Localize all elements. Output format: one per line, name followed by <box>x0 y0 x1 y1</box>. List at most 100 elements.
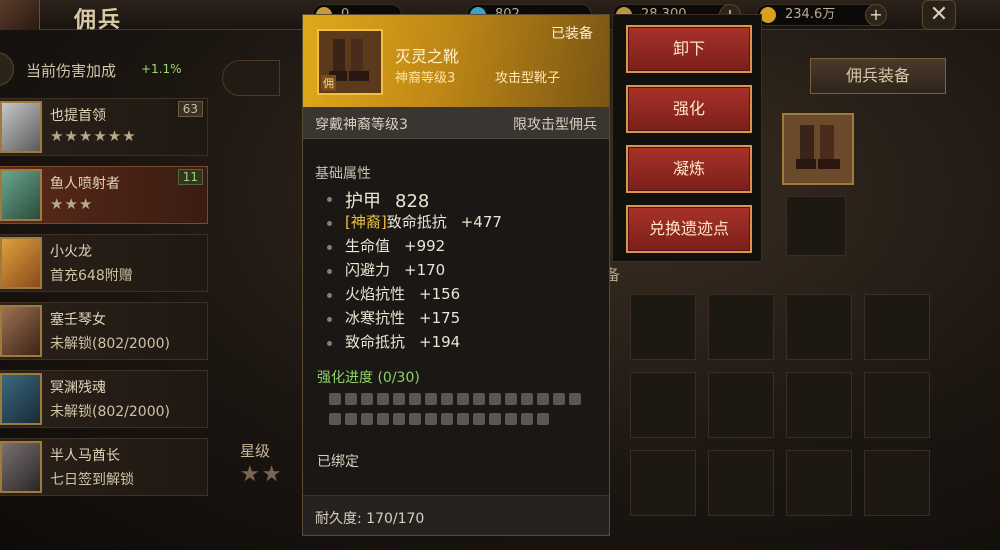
hero-name: 半人马酋长 <box>50 448 120 464</box>
inventory-slot[interactable] <box>708 450 774 516</box>
progress-pip <box>505 413 517 425</box>
bullet-icon <box>327 293 332 298</box>
attribute-row: 冰寒抗性 +175 <box>327 307 502 331</box>
hero-item[interactable]: 半人马酋长 七日签到解锁 <box>0 438 208 496</box>
add-coin-button[interactable]: + <box>865 4 887 26</box>
boots-icon <box>796 125 840 169</box>
refine-button[interactable]: 凝炼 <box>626 145 752 193</box>
attribute-row: 火焰抗性 +156 <box>327 283 502 307</box>
back-arrow-button[interactable] <box>222 60 280 96</box>
hero-portrait <box>0 237 42 289</box>
bullet-icon <box>327 197 332 202</box>
hero-item[interactable]: 小火龙 首充648附赠 <box>0 234 208 292</box>
progress-pip <box>569 393 581 405</box>
inventory-slot[interactable] <box>786 372 852 438</box>
progress-pip <box>425 393 437 405</box>
base-attributes-title: 基础属性 <box>315 166 371 182</box>
progress-pip <box>329 393 341 405</box>
damage-bonus-label: 当前伤害加成 <box>26 62 117 80</box>
progress-pip <box>505 393 517 405</box>
attribute-row: 致命抵抗 +194 <box>327 331 502 355</box>
attribute-value: +992 <box>404 237 446 255</box>
equipped-status: 已装备 <box>551 26 593 42</box>
durability-text: 耐久度: 170/170 <box>315 511 425 527</box>
progress-pip <box>521 393 533 405</box>
progress-pip <box>457 413 469 425</box>
level-requirement: 穿戴神裔等级3 <box>315 117 408 133</box>
page-title: 佣兵 <box>74 8 123 33</box>
hero-portrait <box>0 441 42 493</box>
hero-unlock-text: 七日签到解锁 <box>50 472 134 488</box>
progress-pip <box>425 413 437 425</box>
attribute-name: 闪避力 <box>345 261 391 279</box>
mercenary-equipment-tab[interactable]: 佣兵装备 <box>810 58 946 94</box>
attribute-value: +156 <box>419 285 461 303</box>
hero-item[interactable]: 也提首领 ★★★★★★ 63 <box>0 98 208 156</box>
attribute-name: 致命抵抗 <box>386 213 447 231</box>
inventory-slot[interactable] <box>630 294 696 360</box>
hero-item[interactable]: 塞壬琴女 未解锁(802/2000) <box>0 302 208 360</box>
bound-status: 已绑定 <box>317 454 359 470</box>
hero-level-badge: 63 <box>177 101 203 117</box>
enhance-button[interactable]: 强化 <box>626 85 752 133</box>
item-level: 神裔等级3 <box>395 71 456 86</box>
exchange-relic-points-button[interactable]: 兑换遗迹点 <box>626 205 752 253</box>
bullet-icon <box>327 341 332 346</box>
bullet-icon <box>327 245 332 250</box>
empty-equip-slot[interactable] <box>786 196 846 256</box>
hero-level-badge: 11 <box>177 169 203 185</box>
hero-name: 冥渊残魂 <box>50 380 106 396</box>
progress-pip <box>377 413 389 425</box>
inventory-slot[interactable] <box>708 294 774 360</box>
progress-pip <box>473 393 485 405</box>
hero-portrait <box>0 101 42 153</box>
inventory-slot[interactable] <box>786 450 852 516</box>
attribute-list: 护甲 828 [神裔]致命抵抗 +477 生命值 +992 闪避力 +170 火焰抗性 +… <box>327 187 502 355</box>
item-name: 灭灵之靴 <box>395 47 460 66</box>
progress-pip <box>409 393 421 405</box>
progress-pip <box>345 393 357 405</box>
inventory-slot[interactable] <box>786 294 852 360</box>
attribute-row: 生命值 +992 <box>327 235 502 259</box>
requirement-bar: 穿戴神裔等级3 限攻击型佣兵 <box>303 107 609 139</box>
resource-coin-value: 234.6万 <box>785 7 836 22</box>
progress-pip <box>361 413 373 425</box>
hero-portrait <box>0 373 42 425</box>
progress-pip <box>489 393 501 405</box>
progress-pip <box>393 393 405 405</box>
hero-item[interactable]: 冥渊残魂 未解锁(802/2000) <box>0 370 208 428</box>
player-avatar[interactable] <box>0 0 40 30</box>
inventory-slot[interactable] <box>864 372 930 438</box>
item-tooltip: 佣 灭灵之靴 神裔等级3 攻击型靴子 已装备 穿戴神裔等级3 限攻击型佣兵 基础… <box>302 14 610 536</box>
bullet-icon <box>327 317 332 322</box>
hero-name: 鱼人喷射者 <box>50 176 120 192</box>
progress-pip <box>457 393 469 405</box>
attribute-name: 火焰抗性 <box>345 285 406 303</box>
inventory-slot[interactable] <box>864 294 930 360</box>
close-button[interactable]: ✕ <box>922 0 956 30</box>
attribute-value: 828 <box>395 191 430 212</box>
hero-list: 也提首领 ★★★★★★ 63 鱼人喷射者 ★★★ 11 小火龙 首充648附赠 … <box>0 98 208 506</box>
hero-unlock-text: 未解锁(802/2000) <box>50 336 170 352</box>
inventory-slot[interactable] <box>864 450 930 516</box>
hero-portrait <box>0 305 42 357</box>
hero-name: 小火龙 <box>50 244 92 260</box>
star-level-stars: ★★ <box>240 462 284 487</box>
hero-item[interactable]: 鱼人喷射者 ★★★ 11 <box>0 166 208 224</box>
attribute-value: +194 <box>419 333 461 351</box>
attribute-row: [神裔]致命抵抗 +477 <box>327 211 502 235</box>
item-type: 攻击型靴子 <box>495 71 561 86</box>
inventory-slot[interactable] <box>630 372 696 438</box>
equipped-boots-slot[interactable] <box>782 113 854 185</box>
progress-pip <box>393 413 405 425</box>
item-icon-frame: 佣 <box>317 29 383 95</box>
mercenary-tag: 佣 <box>321 75 336 91</box>
hero-portrait <box>0 169 42 221</box>
unequip-button[interactable]: 卸下 <box>626 25 752 73</box>
progress-pip <box>361 393 373 405</box>
inventory-slot[interactable] <box>630 450 696 516</box>
inventory-slot[interactable] <box>708 372 774 438</box>
attribute-row: 闪避力 +170 <box>327 259 502 283</box>
progress-pip <box>409 413 421 425</box>
attribute-value: +175 <box>419 309 461 327</box>
